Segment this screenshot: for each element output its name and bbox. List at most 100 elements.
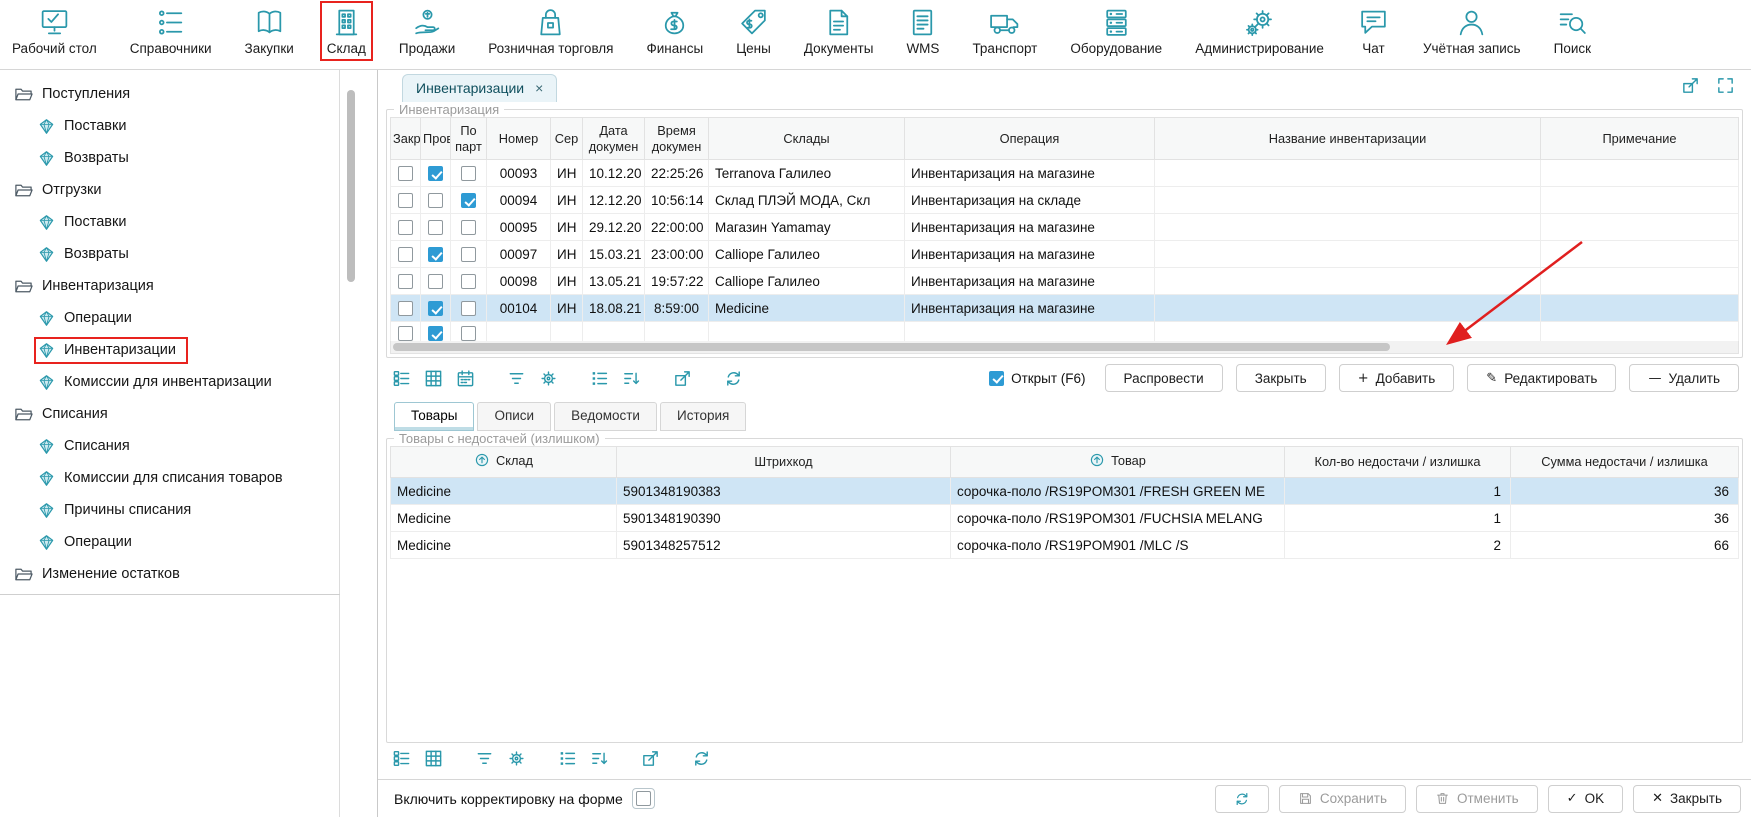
sidebar-item-inventory-operations[interactable]: Операции [0, 302, 339, 334]
view-mode-icon[interactable] [392, 369, 411, 388]
add-button[interactable]: +Добавить [1339, 364, 1455, 392]
column-header[interactable]: Склад [391, 447, 617, 478]
nav-item-directories[interactable]: Справочники [126, 4, 216, 58]
tab-statements[interactable]: Ведомости [554, 402, 657, 431]
table-row[interactable]: 00093 ИН 10.12.20 22:25:26 Terranova Гал… [391, 160, 1739, 187]
nav-item-wms[interactable]: WMS [902, 4, 943, 58]
sidebar-item-returns-out[interactable]: Возвраты [0, 238, 339, 270]
tab-goods[interactable]: Товары [394, 402, 474, 431]
column-header[interactable]: Номер [487, 118, 551, 160]
document-tab-inventories[interactable]: Инвентаризации × [402, 74, 557, 102]
table-row-selected[interactable]: 00104 ИН 18.08.21 8:59:00 Medicine Инвен… [391, 295, 1739, 322]
edit-button[interactable]: ✎Редактировать [1467, 364, 1616, 392]
nav-item-account[interactable]: Учётная запись [1419, 4, 1525, 58]
nav-item-warehouse[interactable]: Склад [323, 4, 370, 58]
column-header[interactable]: Дата докумен [583, 118, 645, 160]
sidebar-item-writeoffs[interactable]: Списания [0, 430, 339, 462]
column-header[interactable]: Название инвентаризации [1155, 118, 1541, 160]
refresh-button[interactable] [1215, 785, 1269, 813]
column-header[interactable]: По парт [451, 118, 487, 160]
sidebar-item-supplies-in[interactable]: Поставки [0, 110, 339, 142]
fullscreen-icon[interactable] [1716, 76, 1735, 95]
goods-row[interactable]: Medicine 5901348257512 сорочка-поло /RS1… [391, 532, 1739, 559]
column-header[interactable]: Кол-во недостачи / излишка [1285, 447, 1511, 478]
closed-checkbox[interactable] [398, 247, 413, 262]
column-header[interactable]: Время докумен [645, 118, 709, 160]
posted-checkbox[interactable] [428, 301, 443, 316]
by-parts-checkbox[interactable] [461, 166, 476, 181]
close-document-button[interactable]: Закрыть [1236, 364, 1326, 392]
column-header[interactable]: Склады [709, 118, 905, 160]
column-header[interactable]: Штрихкод [617, 447, 951, 478]
table-row[interactable]: 00098 ИН 13.05.21 19:57:22 Calliope Гали… [391, 268, 1739, 295]
nav-item-chat[interactable]: Чат [1353, 4, 1394, 58]
numbered-list-icon[interactable] [558, 749, 577, 768]
by-parts-checkbox[interactable] [461, 301, 476, 316]
sort-icon[interactable] [622, 369, 641, 388]
column-header[interactable]: Примечание [1541, 118, 1739, 160]
table-row[interactable]: 00097 ИН 15.03.21 23:00:00 Calliope Гали… [391, 241, 1739, 268]
nav-item-retail[interactable]: Розничная торговля [484, 4, 617, 58]
by-parts-checkbox[interactable] [461, 247, 476, 262]
table-row[interactable]: 00095 ИН 29.12.20 22:00:00 Магазин Yamam… [391, 214, 1739, 241]
open-filter-checkbox[interactable] [989, 371, 1004, 386]
by-parts-checkbox[interactable] [461, 220, 476, 235]
calendar-icon[interactable] [456, 369, 475, 388]
filter-icon[interactable] [507, 369, 526, 388]
nav-item-sales[interactable]: Продажи [395, 4, 459, 58]
closed-checkbox[interactable] [398, 301, 413, 316]
refresh-icon[interactable] [724, 369, 743, 388]
numbered-list-icon[interactable] [590, 369, 609, 388]
column-header[interactable]: Сер [551, 118, 583, 160]
column-header[interactable]: Товар [951, 447, 1285, 478]
settings-icon[interactable] [539, 369, 558, 388]
export-icon[interactable] [673, 369, 692, 388]
posted-checkbox[interactable] [428, 326, 443, 341]
tab-close-icon[interactable]: × [535, 81, 543, 95]
save-button[interactable]: Сохранить [1279, 785, 1406, 813]
nav-item-purchases[interactable]: Закупки [241, 4, 298, 58]
popout-window-icon[interactable] [1681, 76, 1700, 95]
sidebar-item-stock-change[interactable]: Изменение остатков [0, 558, 339, 590]
refresh-icon[interactable] [692, 749, 711, 768]
sidebar-item-writeoff-commissions[interactable]: Комиссии для списания товаров [0, 462, 339, 494]
sidebar-item-inventory-group[interactable]: Инвентаризация [0, 270, 339, 302]
export-icon[interactable] [641, 749, 660, 768]
column-header[interactable]: Пров [421, 118, 451, 160]
form-adjustment-checkbox-group[interactable]: Включить корректировку на форме [394, 788, 655, 809]
cancel-button[interactable]: Отменить [1416, 785, 1538, 813]
nav-item-transport[interactable]: Транспорт [968, 4, 1041, 58]
goods-row-selected[interactable]: Medicine 5901348190383 сорочка-поло /RS1… [391, 478, 1739, 505]
nav-item-search[interactable]: Поиск [1550, 4, 1595, 58]
sidebar-item-shipments[interactable]: Отгрузки [0, 174, 339, 206]
nav-item-administration[interactable]: Администрирование [1191, 4, 1328, 58]
settings-icon[interactable] [507, 749, 526, 768]
column-header[interactable]: Закр [391, 118, 421, 160]
sidebar-item-writeoffs-group[interactable]: Списания [0, 398, 339, 430]
sidebar-scrollbar[interactable] [347, 90, 355, 282]
sidebar-item-inventories[interactable]: Инвентаризации [0, 334, 339, 366]
tab-inventory-lists[interactable]: Описи [477, 402, 551, 431]
closed-checkbox[interactable] [398, 220, 413, 235]
nav-item-equipment[interactable]: Оборудование [1066, 4, 1166, 58]
grid-view-icon[interactable] [424, 749, 443, 768]
sidebar-item-writeoff-reasons[interactable]: Причины списания [0, 494, 339, 526]
form-adjustment-checkbox[interactable] [636, 791, 651, 806]
posted-checkbox[interactable] [428, 166, 443, 181]
closed-checkbox[interactable] [398, 193, 413, 208]
posted-checkbox[interactable] [428, 220, 443, 235]
goods-row[interactable]: Medicine 5901348190390 сорочка-поло /RS1… [391, 505, 1739, 532]
sort-icon[interactable] [590, 749, 609, 768]
tab-history[interactable]: История [660, 402, 746, 431]
ok-button[interactable]: ✓OK [1548, 785, 1623, 813]
by-parts-checkbox[interactable] [461, 326, 476, 341]
column-header[interactable]: Сумма недостачи / излишка [1511, 447, 1739, 478]
nav-item-desktop[interactable]: Рабочий стол [8, 4, 101, 58]
nav-item-documents[interactable]: Документы [800, 4, 878, 58]
column-header[interactable]: Операция [905, 118, 1155, 160]
scrollbar-thumb[interactable] [393, 343, 1390, 351]
table-row-partial[interactable] [391, 322, 1739, 342]
table-row[interactable]: 00094 ИН 12.12.20 10:56:14 Склад ПЛЭЙ МО… [391, 187, 1739, 214]
posted-checkbox[interactable] [428, 274, 443, 289]
sidebar-item-writeoff-operations[interactable]: Операции [0, 526, 339, 558]
